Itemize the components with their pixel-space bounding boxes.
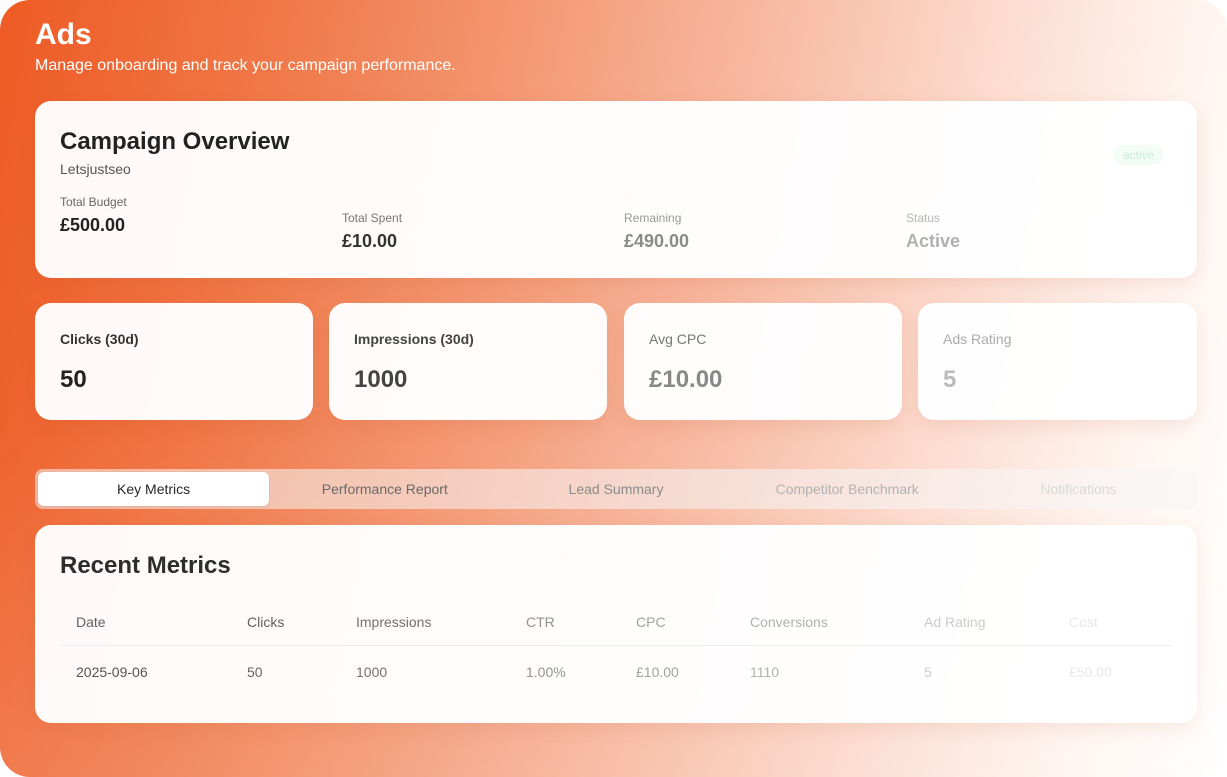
stat-total-spent: Total Spent £10.00: [342, 211, 402, 252]
cell-ctr: 1.00%: [526, 664, 566, 680]
status-badge: active: [1113, 145, 1165, 165]
tab-bar: Key Metrics Performance Report Lead Summ…: [35, 469, 1197, 509]
column-header-clicks[interactable]: Clicks: [231, 603, 340, 646]
cell-ad-rating: 5: [924, 664, 932, 680]
kpi-label: Clicks (30d): [60, 331, 139, 347]
stat-label: Remaining: [624, 211, 682, 225]
column-header-date[interactable]: Date: [60, 603, 231, 646]
column-header-ad-rating[interactable]: Ad Rating: [908, 603, 1053, 646]
stat-value: £10.00: [342, 231, 398, 251]
kpi-value: 50: [60, 366, 87, 393]
column-header-cpc[interactable]: CPC: [620, 603, 734, 646]
cell-date: 2025-09-06: [76, 664, 148, 680]
stat-value: £500.00: [60, 215, 126, 235]
recent-metrics-table: Date Clicks Impressions CTR CPC Conversi…: [60, 603, 1172, 698]
app-frame: Ads Manage onboarding and track your cam…: [0, 0, 1227, 777]
kpi-card-ads-rating: Ads Rating 5: [918, 303, 1197, 420]
page-title: Ads: [35, 18, 92, 51]
tab-key-metrics[interactable]: Key Metrics: [38, 472, 270, 506]
kpi-card-avg-cpc: Avg CPC £10.00: [624, 303, 902, 420]
stat-status: Status Active: [906, 211, 960, 252]
table-header-row: Date Clicks Impressions CTR CPC Conversi…: [60, 603, 1172, 646]
cell-conversions: 1110: [750, 664, 780, 680]
recent-metrics-title: Recent Metrics: [60, 552, 231, 579]
stat-value: Active: [906, 231, 961, 251]
kpi-value: 1000: [354, 366, 408, 393]
campaign-overview-title: Campaign Overview: [60, 128, 290, 155]
cell-impressions: 1000: [356, 664, 388, 680]
cell-cpc: £10.00: [636, 664, 679, 680]
recent-metrics-card: Recent Metrics Date Clicks Impressions C…: [35, 525, 1197, 723]
kpi-card-impressions: Impressions (30d) 1000: [329, 303, 607, 420]
page-subtitle: Manage onboarding and track your campaig…: [35, 57, 456, 74]
stat-label: Status: [906, 211, 941, 225]
campaign-account-name: Letsjustseo: [60, 161, 131, 177]
tab-performance-report[interactable]: Performance Report: [269, 472, 500, 506]
column-header-cost[interactable]: Cost: [1053, 603, 1172, 646]
kpi-label: Ads Rating: [943, 331, 1012, 347]
kpi-value: 5: [943, 366, 957, 393]
column-header-impressions[interactable]: Impressions: [340, 603, 510, 646]
kpi-label: Impressions (30d): [354, 331, 474, 347]
stat-value: £490.00: [624, 231, 690, 251]
tab-competitor-benchmark[interactable]: Competitor Benchmark: [732, 472, 963, 506]
stat-label: Total Spent: [342, 211, 403, 225]
tab-notifications[interactable]: Notifications: [963, 472, 1194, 506]
kpi-label: Avg CPC: [649, 331, 707, 347]
column-header-conversions[interactable]: Conversions: [734, 603, 908, 646]
campaign-overview-card: Campaign Overview Letsjustseo active Tot…: [35, 101, 1197, 278]
stat-remaining: Remaining £490.00: [624, 211, 689, 252]
kpi-value: £10.00: [649, 366, 723, 393]
table-row: 2025-09-06 50 1000 1.00% £10.00 1110 5 £…: [60, 646, 1172, 699]
stat-total-budget: Total Budget £500.00: [60, 195, 127, 236]
tab-lead-summary[interactable]: Lead Summary: [500, 472, 731, 506]
column-header-ctr[interactable]: CTR: [510, 603, 620, 646]
kpi-card-clicks: Clicks (30d) 50: [35, 303, 313, 420]
cell-clicks: 50: [247, 664, 263, 680]
cell-cost: £50.00: [1069, 664, 1112, 680]
stat-label: Total Budget: [60, 195, 127, 209]
